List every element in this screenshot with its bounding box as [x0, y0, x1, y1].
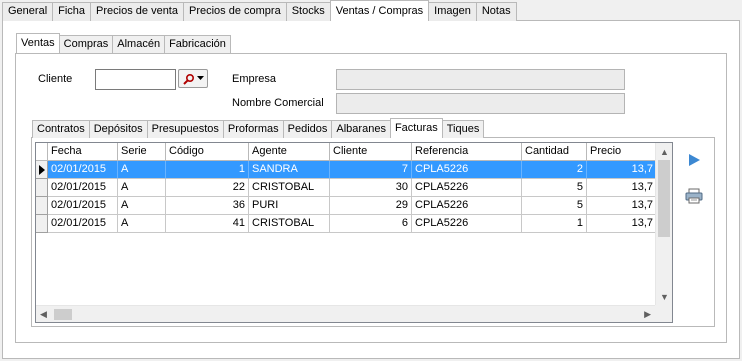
doctab-depositos[interactable]: Depósitos — [88, 120, 148, 138]
sub-tab-strip: Ventas Compras Almacén Fabricación — [16, 33, 231, 53]
empresa-field — [336, 69, 625, 90]
document-tab-strip: Contratos Depósitos Presupuestos Proformas P… — [32, 118, 485, 138]
table-cell[interactable]: 36 — [166, 197, 249, 215]
magnifier-icon — [182, 73, 194, 85]
doctab-contratos[interactable]: Contratos — [32, 120, 90, 138]
cliente-input[interactable] — [95, 69, 176, 90]
doctab-proformas[interactable]: Proformas — [222, 120, 284, 138]
subtab-compras[interactable]: Compras — [58, 35, 114, 53]
tab-precios-de-venta[interactable]: Precios de venta — [90, 2, 184, 21]
horizontal-scrollbar[interactable]: ◀ ▶ — [36, 305, 655, 322]
table-cell[interactable]: 22 — [166, 179, 249, 197]
table-cell[interactable]: 1 — [522, 215, 587, 233]
table-cell[interactable]: A — [118, 215, 166, 233]
tab-precios-de-compra[interactable]: Precios de compra — [182, 2, 287, 21]
doctab-facturas[interactable]: Facturas — [389, 118, 443, 138]
cliente-search-button[interactable] — [178, 69, 208, 88]
current-row-pointer-icon — [39, 165, 45, 175]
empresa-label: Empresa — [232, 73, 277, 85]
table-cell[interactable]: PURI — [249, 197, 330, 215]
table-cell[interactable]: A — [118, 161, 166, 179]
table-cell[interactable]: 13,7 — [587, 161, 657, 179]
print-button[interactable] — [684, 186, 704, 206]
table-cell[interactable]: CRISTOBAL — [249, 215, 330, 233]
table-row[interactable]: 02/01/2015 A 22 CRISTOBAL 30 CPLA5226 5 13,7 — [36, 179, 657, 197]
table-cell[interactable]: 02/01/2015 — [48, 179, 118, 197]
tab-ventas-compras[interactable]: Ventas / Compras — [329, 0, 430, 21]
horizontal-scroll-thumb[interactable] — [54, 309, 72, 320]
table-cell[interactable]: CPLA5226 — [412, 161, 522, 179]
tab-general[interactable]: General — [2, 2, 54, 21]
column-header[interactable]: Código — [166, 143, 249, 161]
table-cell[interactable]: CPLA5226 — [412, 179, 522, 197]
nombre-comercial-label: Nombre Comercial — [232, 97, 324, 109]
doctab-presupuestos[interactable]: Presupuestos — [146, 120, 224, 138]
column-header[interactable]: Referencia — [412, 143, 522, 161]
table-cell[interactable]: 02/01/2015 — [48, 215, 118, 233]
facturas-grid[interactable]: Fecha Serie Código Agente Cliente Referencia C… — [35, 142, 673, 323]
table-cell[interactable]: 2 — [522, 161, 587, 179]
tab-notas[interactable]: Notas — [475, 2, 517, 21]
subtab-fabricacion[interactable]: Fabricación — [164, 35, 231, 53]
table-cell[interactable]: 1 — [166, 161, 249, 179]
table-cell[interactable]: 02/01/2015 — [48, 197, 118, 215]
play-arrow-icon — [689, 154, 700, 166]
table-cell[interactable]: 6 — [330, 215, 412, 233]
scroll-left-icon[interactable]: ◀ — [40, 308, 47, 320]
table-cell[interactable]: 7 — [330, 161, 412, 179]
doctab-tiques[interactable]: Tiques — [441, 120, 485, 138]
scroll-right-icon[interactable]: ▶ — [644, 308, 651, 320]
column-header[interactable]: Serie — [118, 143, 166, 161]
vertical-scrollbar[interactable]: ▲ ▼ — [655, 143, 672, 306]
scrollbar-corner — [655, 305, 672, 322]
doctab-pedidos[interactable]: Pedidos — [282, 120, 333, 138]
table-row[interactable]: 02/01/2015 A 41 CRISTOBAL 6 CPLA5226 1 13,7 — [36, 215, 657, 233]
subtab-ventas[interactable]: Ventas — [16, 33, 60, 53]
next-button[interactable] — [684, 150, 704, 170]
chevron-down-icon — [196, 76, 204, 80]
table-cell[interactable]: 13,7 — [587, 179, 657, 197]
tab-ficha[interactable]: Ficha — [52, 2, 92, 21]
row-indicator[interactable] — [36, 197, 48, 215]
column-header[interactable]: Precio — [587, 143, 657, 161]
row-indicator[interactable] — [36, 215, 48, 233]
table-cell[interactable]: SANDRA — [249, 161, 330, 179]
column-header[interactable]: Fecha — [48, 143, 118, 161]
column-header[interactable]: Cantidad — [522, 143, 587, 161]
table-cell[interactable]: CPLA5226 — [412, 197, 522, 215]
table-cell[interactable]: 02/01/2015 — [48, 161, 118, 179]
subtab-almacen[interactable]: Almacén — [112, 35, 166, 53]
table-row[interactable]: 02/01/2015 A 36 PURI 29 CPLA5226 5 13,7 — [36, 197, 657, 215]
table-cell[interactable]: 13,7 — [587, 197, 657, 215]
grid-header: Fecha Serie Código Agente Cliente Referencia C… — [36, 143, 657, 161]
cliente-label: Cliente — [38, 73, 73, 85]
scroll-up-icon[interactable]: ▲ — [660, 146, 669, 158]
table-cell[interactable]: CRISTOBAL — [249, 179, 330, 197]
table-cell[interactable]: 41 — [166, 215, 249, 233]
table-cell[interactable]: CPLA5226 — [412, 215, 522, 233]
top-tab-strip: General Ficha Precios de venta Precios de c… — [2, 0, 517, 21]
table-cell[interactable]: 29 — [330, 197, 412, 215]
column-header[interactable]: Cliente — [330, 143, 412, 161]
scroll-down-icon[interactable]: ▼ — [660, 291, 669, 303]
doctab-albaranes[interactable]: Albaranes — [331, 120, 391, 138]
tab-imagen[interactable]: Imagen — [428, 2, 477, 21]
table-cell[interactable]: A — [118, 179, 166, 197]
tab-stocks[interactable]: Stocks — [285, 2, 331, 21]
row-indicator[interactable] — [36, 179, 48, 197]
table-row[interactable]: 02/01/2015 A 1 SANDRA 7 CPLA5226 2 13,7 — [36, 161, 657, 179]
table-cell[interactable]: 5 — [522, 179, 587, 197]
grid-header-indicator — [36, 143, 48, 161]
table-cell[interactable]: 5 — [522, 197, 587, 215]
nombre-comercial-field — [336, 93, 625, 114]
table-cell[interactable]: 30 — [330, 179, 412, 197]
printer-icon — [685, 188, 703, 204]
row-indicator[interactable] — [36, 161, 48, 179]
table-cell[interactable]: A — [118, 197, 166, 215]
column-header[interactable]: Agente — [249, 143, 330, 161]
vertical-scroll-thumb[interactable] — [658, 160, 670, 237]
table-cell[interactable]: 13,7 — [587, 215, 657, 233]
